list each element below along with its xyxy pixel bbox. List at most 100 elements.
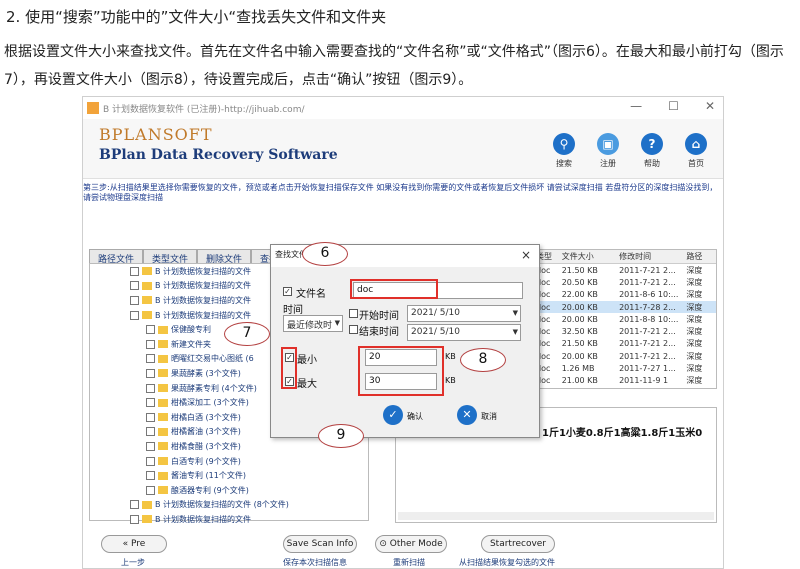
filename-checkbox[interactable]: ✓: [283, 287, 292, 296]
horizontal-scrollbar[interactable]: [398, 512, 714, 520]
save-scan-caption: 保存本次扫描信息: [283, 558, 347, 567]
register-icon: ▣: [597, 133, 619, 155]
min-size-label: 最小: [297, 355, 317, 366]
close-icon[interactable]: ✕: [705, 99, 715, 113]
table-row[interactable]: doc 20.00 KB 2011-7-28 2... 深度: [534, 300, 716, 314]
tree-checkbox[interactable]: [130, 295, 139, 305]
end-date-picker[interactable]: 2021/ 5/10 ▼: [407, 324, 521, 341]
tree-checkbox[interactable]: [146, 456, 155, 466]
table-cell: 20.00 KB: [561, 302, 598, 312]
folder-icon: [158, 442, 168, 451]
table-cell: 22.00 KB: [561, 290, 598, 300]
tree-item[interactable]: B 计划数据恢复扫描的文件: [90, 512, 368, 527]
cancel-button-label[interactable]: 取消: [481, 411, 497, 422]
folder-icon: [142, 515, 152, 524]
max-size-label: 最大: [297, 379, 317, 390]
folder-icon: [142, 281, 152, 290]
table-row[interactable]: doc 21.00 KB 2011-11-9 1 深度: [534, 375, 716, 387]
home-tool[interactable]: ⌂ 首页: [681, 133, 711, 169]
table-cell: 2011-7-21 2...: [619, 265, 676, 275]
tree-checkbox[interactable]: [130, 310, 139, 320]
toolbar: ⚲ 搜索 ▣ 注册 ? 帮助 ⌂ 首页: [549, 133, 711, 169]
table-row[interactable]: doc 22.00 KB 2011-8-6 10:... 深度: [534, 289, 716, 301]
table-cell: 深度: [686, 376, 703, 386]
folder-icon: [142, 311, 152, 320]
table-row[interactable]: doc 20.50 KB 2011-7-21 2... 深度: [534, 276, 716, 288]
app-icon: [87, 102, 99, 114]
pre-button[interactable]: « Pre: [101, 535, 167, 553]
callout-8: 8: [460, 348, 506, 372]
tree-item-label: B 计划数据恢复扫描的文件: [155, 295, 252, 305]
time-type-select[interactable]: 最近修改时 ▼: [283, 315, 343, 332]
tree-item[interactable]: 酱油专利 (11个文件): [90, 468, 368, 483]
callout-9: 9: [318, 424, 364, 448]
table-cell: 2011-7-21 2...: [619, 351, 676, 361]
callout-7: 7: [224, 322, 270, 346]
tree-item[interactable]: 白酒专利 (9个文件): [90, 454, 368, 469]
start-date-picker[interactable]: 2021/ 5/10 ▼: [407, 305, 521, 322]
chevron-down-icon: ▼: [334, 319, 340, 327]
other-mode-button[interactable]: ⊙ Other Mode: [375, 535, 447, 553]
save-scan-button[interactable]: Save Scan Info: [283, 535, 357, 553]
table-row[interactable]: doc 20.00 KB 2011-8-8 10:... 深度: [534, 313, 716, 325]
table-row[interactable]: doc 21.50 KB 2011-7-21 2... 深度: [534, 338, 716, 350]
tree-checkbox[interactable]: [130, 514, 139, 524]
tree-checkbox[interactable]: [146, 354, 155, 364]
time-label: 时间: [283, 305, 303, 316]
table-cell: 2011-7-21 2...: [619, 339, 676, 349]
tree-item-label: 柑橘酱油 (3个文件): [171, 427, 241, 437]
column-header[interactable]: 文件大小: [562, 251, 619, 262]
table-row[interactable]: doc 20.00 KB 2011-7-21 2... 深度: [534, 350, 716, 362]
other-mode-label: Other Mode: [389, 539, 443, 549]
tree-checkbox[interactable]: [146, 383, 155, 393]
table-cell: 2011-7-28 2...: [619, 302, 676, 312]
folder-icon: [142, 500, 152, 509]
tree-checkbox[interactable]: [130, 500, 139, 510]
find-file-dialog: 查找文件 × ✓ 文件名 doc 时间 最近修改时 ▼ 开始时间 结束时间 202…: [270, 244, 540, 438]
column-header[interactable]: 路径: [686, 251, 716, 262]
table-cell: 深度: [686, 327, 703, 337]
minimize-icon[interactable]: —: [630, 99, 642, 113]
confirm-check-icon[interactable]: ✓: [383, 405, 403, 425]
tree-item[interactable]: 酿酒器专利 (9个文件): [90, 483, 368, 498]
tree-checkbox[interactable]: [130, 266, 139, 276]
register-tool[interactable]: ▣ 注册: [593, 133, 623, 169]
start-recover-button[interactable]: Startrecover: [481, 535, 555, 553]
table-cell: 深度: [686, 339, 703, 349]
instruction-paragraph: 根据设置文件大小来查找文件。首先在文件名中输入需要查找的“文件名称”或“文件格式…: [4, 44, 784, 88]
tree-checkbox[interactable]: [146, 471, 155, 481]
tree-checkbox[interactable]: [146, 427, 155, 437]
tree-checkbox[interactable]: [130, 281, 139, 291]
tree-checkbox[interactable]: [146, 485, 155, 495]
folder-icon: [158, 369, 168, 378]
tree-checkbox[interactable]: [146, 441, 155, 451]
help-tool[interactable]: ? 帮助: [637, 133, 667, 169]
tree-checkbox[interactable]: [146, 368, 155, 378]
chevron-down-icon: ▼: [512, 328, 518, 336]
cancel-x-icon[interactable]: ✕: [457, 405, 477, 425]
confirm-button-label[interactable]: 确认: [407, 411, 423, 422]
end-time-checkbox[interactable]: [349, 325, 358, 334]
dialog-close-icon[interactable]: ×: [521, 248, 531, 262]
table-row[interactable]: doc 32.50 KB 2011-7-21 2... 深度: [534, 325, 716, 337]
maximize-icon[interactable]: ☐: [668, 99, 679, 113]
tree-item[interactable]: B 计划数据恢复扫描的文件 (8个文件): [90, 498, 368, 513]
tree-checkbox[interactable]: [146, 412, 155, 422]
tree-checkbox[interactable]: [146, 398, 155, 408]
start-time-checkbox[interactable]: [349, 309, 358, 318]
table-row[interactable]: doc 21.50 KB 2011-7-21 2... 深度: [534, 264, 716, 276]
search-icon: ⚲: [553, 133, 575, 155]
tree-item-label: 酱油专利 (11个文件): [171, 471, 246, 481]
tool-label: 注册: [600, 159, 616, 168]
search-tool[interactable]: ⚲ 搜索: [549, 133, 579, 169]
highlight-filename: [350, 279, 438, 299]
bottom-bar: « Pre 上一步 Save Scan Info 保存本次扫描信息 ⊙ Othe…: [83, 529, 723, 568]
window-titlebar: B 计划数据恢复软件 (已注册)-http://jihuab.com/: [83, 97, 723, 119]
home-icon: ⌂: [685, 133, 707, 155]
table-row[interactable]: doc 1.26 MB 2011-7-27 1... 深度: [534, 362, 716, 374]
tree-checkbox[interactable]: [146, 339, 155, 349]
folder-icon: [158, 340, 168, 349]
tree-checkbox[interactable]: [146, 325, 155, 335]
column-header[interactable]: 修改时间: [619, 251, 686, 262]
table-cell: 2011-7-27 1...: [619, 364, 676, 374]
